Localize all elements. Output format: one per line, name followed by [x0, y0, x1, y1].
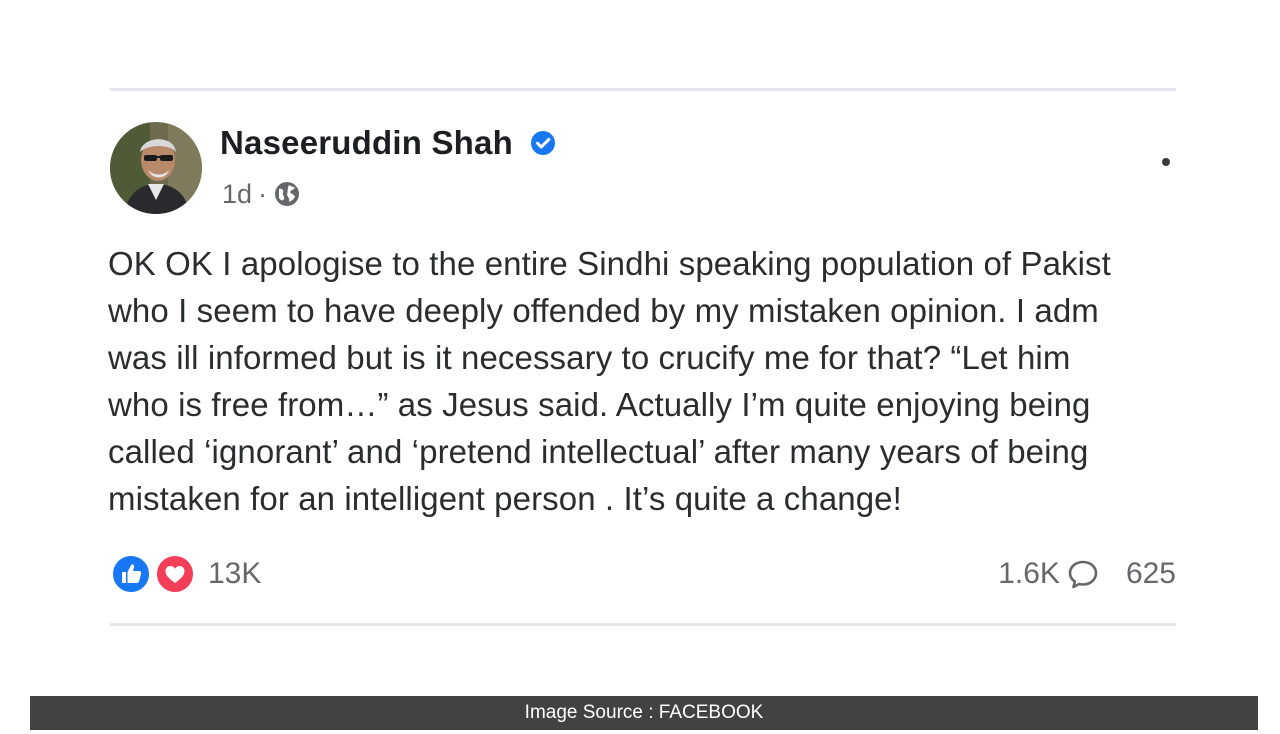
- top-divider: [110, 88, 1176, 91]
- post-text-line: was ill informed but is it necessary to …: [108, 339, 1071, 376]
- post-meta: 1d ·: [222, 177, 301, 211]
- post-timestamp[interactable]: 1d: [222, 179, 252, 210]
- reaction-icons: [110, 552, 200, 596]
- more-options-button[interactable]: [1156, 152, 1176, 172]
- love-icon: [155, 554, 195, 594]
- like-icon: [111, 554, 151, 594]
- share-count[interactable]: 625: [1126, 557, 1176, 591]
- more-options-icon: [1162, 158, 1170, 166]
- bottom-divider: [110, 623, 1176, 626]
- avatar[interactable]: [110, 122, 202, 214]
- image-source-caption: Image Source : FACEBOOK: [524, 702, 764, 723]
- facebook-post-card: Naseeruddin Shah 1d · OK OK I apologise …: [0, 0, 1280, 690]
- verified-badge-icon: [531, 131, 555, 155]
- author-name[interactable]: Naseeruddin Shah: [220, 124, 513, 162]
- comment-count[interactable]: 1.6K: [998, 557, 1060, 591]
- post-text-line: OK OK I apologise to the entire Sindhi s…: [108, 245, 1111, 282]
- reactions-summary[interactable]: 13K: [110, 552, 261, 596]
- image-source-caption-bar: Image Source : FACEBOOK: [30, 696, 1258, 730]
- avatar-photo: [110, 122, 202, 214]
- post-text-line: who I seem to have deeply offended by my…: [108, 292, 1099, 329]
- post-text-line: who is free from…” as Jesus said. Actual…: [108, 386, 1091, 423]
- post-text-line: mistaken for an intelligent person . It’…: [108, 480, 902, 517]
- comment-icon: [1068, 560, 1098, 589]
- meta-separator: ·: [258, 178, 268, 209]
- page: Naseeruddin Shah 1d · OK OK I apologise …: [0, 0, 1280, 734]
- reaction-count: 13K: [208, 557, 262, 590]
- post-text-line: called ‘ignorant’ and ‘pretend intellect…: [108, 433, 1089, 470]
- engagement-stats: 1.6K 625: [998, 552, 1176, 596]
- globe-icon: [275, 182, 300, 206]
- post-text: OK OK I apologise to the entire Sindhi s…: [108, 240, 1176, 522]
